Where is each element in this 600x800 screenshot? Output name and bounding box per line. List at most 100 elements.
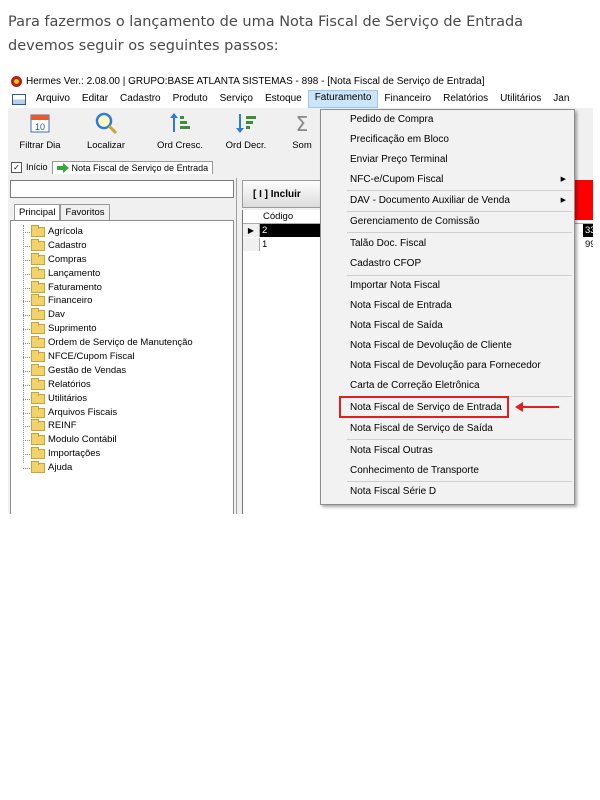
- localizar-button[interactable]: Localizar: [76, 110, 136, 151]
- menu-cadastro-cfop[interactable]: Cadastro CFOP: [321, 254, 574, 274]
- folder-icon: [31, 391, 45, 404]
- menu-nfce-label: NFC-e/Cupom Fiscal: [350, 174, 444, 185]
- tree-item-arquivos-fiscais[interactable]: Arquivos Fiscais: [11, 405, 233, 420]
- menu-conhecimento-transporte[interactable]: Conhecimento de Transporte: [321, 461, 574, 481]
- sort-ascending-icon: [170, 113, 190, 132]
- menu-editar[interactable]: Editar: [76, 91, 114, 107]
- ord-decr-button[interactable]: Ord Decr.: [216, 110, 276, 151]
- soma-label: Som: [292, 140, 312, 151]
- tree-item-nfce[interactable]: NFCE/Cupom Fiscal: [11, 349, 233, 364]
- tree-item-suprimento[interactable]: Suprimento: [11, 322, 233, 336]
- menu-faturamento[interactable]: Faturamento: [307, 90, 379, 108]
- tree-item-agricola[interactable]: Agrícola: [11, 224, 233, 239]
- menu-cadastro[interactable]: Cadastro: [114, 91, 167, 107]
- module-tree: Agrícola Cadastro Compras Lançamento Fat…: [10, 220, 234, 514]
- menu-estoque[interactable]: Estoque: [259, 91, 308, 107]
- tree-item-ajuda[interactable]: Ajuda: [11, 461, 233, 475]
- arrow-right-icon: [56, 162, 69, 173]
- menu-dav[interactable]: DAV - Documento Auxiliar de Venda ▶: [321, 191, 574, 211]
- tree-item-compras[interactable]: Compras: [11, 252, 233, 267]
- menu-dav-label: DAV - Documento Auxiliar de Venda: [350, 195, 510, 206]
- intro-paragraph: Para fazermos o lançamento de uma Nota F…: [8, 14, 524, 54]
- svg-text:10: 10: [35, 122, 45, 132]
- inicio-label[interactable]: Início: [26, 162, 48, 172]
- menu-utilitarios[interactable]: Utilitários: [494, 91, 547, 107]
- menu-importar-nota-fiscal[interactable]: Importar Nota Fiscal: [321, 276, 574, 296]
- tree-item-label: Utilitários: [48, 392, 88, 404]
- row-cpf: 33.: [583, 224, 593, 237]
- menu-carta-correcao[interactable]: Carta de Correção Eletrônica: [321, 376, 574, 396]
- row-pointer-icon: ▶: [243, 224, 260, 237]
- tab-nota-fiscal-servico-entrada[interactable]: Nota Fiscal de Serviço de Entrada: [51, 160, 214, 174]
- tree-item-label: NFCE/Cupom Fiscal: [48, 351, 135, 363]
- row-indicator: [243, 238, 260, 251]
- tree-item-label: Suprimento: [48, 323, 97, 335]
- calendar-icon: 10: [30, 114, 50, 133]
- tree-item-label: Compras: [48, 253, 87, 265]
- ord-cresc-button[interactable]: Ord Cresc.: [150, 110, 210, 151]
- menu-search-input[interactable]: [10, 180, 234, 198]
- tree-item-label: Arquivos Fiscais: [48, 406, 118, 418]
- folder-icon: [31, 363, 45, 376]
- tree-item-gestao-vendas[interactable]: Gestão de Vendas: [11, 363, 233, 378]
- menu-nfce-cupom-fiscal[interactable]: NFC-e/Cupom Fiscal ▶: [321, 170, 574, 190]
- menu-nota-fiscal-servico-saida[interactable]: Nota Fiscal de Serviço de Saída: [321, 419, 574, 439]
- folder-icon: [31, 308, 45, 321]
- tree-item-reinf[interactable]: REINF: [11, 419, 233, 433]
- tab-principal[interactable]: Principal: [14, 204, 61, 220]
- ord-cresc-label: Ord Cresc.: [157, 140, 203, 151]
- tree-item-modulo-contabil[interactable]: Modulo Contábil: [11, 433, 233, 447]
- tree-item-lancamento[interactable]: Lançamento: [11, 266, 233, 281]
- panel-tabs: Principal Favoritos: [14, 204, 110, 220]
- localizar-label: Localizar: [86, 140, 126, 151]
- tree-item-ordem-servico[interactable]: Ordem de Serviço de Manutenção: [11, 336, 233, 350]
- menu-precificacao-bloco[interactable]: Precificação em Bloco: [321, 130, 574, 150]
- tree-item-financeiro[interactable]: Financeiro: [11, 294, 233, 308]
- tree-item-faturamento[interactable]: Faturamento: [11, 280, 233, 295]
- sum-icon: Σ: [296, 112, 309, 135]
- pointer-arrow-icon: [515, 402, 559, 412]
- menu-bar: Arquivo Editar Cadastro Produto Serviço …: [8, 90, 593, 108]
- tree-item-label: Dav: [48, 309, 65, 321]
- tree-item-cadastro[interactable]: Cadastro: [11, 238, 233, 253]
- menu-gerenciamento-comissao[interactable]: Gerenciamento de Comissão: [321, 212, 574, 232]
- menu-nota-fiscal-serie-d[interactable]: Nota Fiscal Série D: [321, 482, 574, 502]
- soma-button[interactable]: Σ Som: [282, 110, 322, 151]
- magnifier-icon: [95, 112, 118, 135]
- menu-nota-fiscal-entrada[interactable]: Nota Fiscal de Entrada: [321, 296, 574, 316]
- tree-item-dav[interactable]: Dav: [11, 308, 233, 322]
- menu-nota-fiscal-saida[interactable]: Nota Fiscal de Saída: [321, 316, 574, 336]
- menu-nota-fiscal-devolucao-cliente[interactable]: Nota Fiscal de Devolução de Cliente: [321, 336, 574, 356]
- ord-decr-label: Ord Decr.: [225, 140, 267, 151]
- window-menu-icon[interactable]: [12, 93, 26, 105]
- tree-item-importacoes[interactable]: Importações: [11, 447, 233, 461]
- menu-pedido-compra[interactable]: Pedido de Compra: [321, 110, 574, 130]
- menu-servico[interactable]: Serviço: [214, 91, 259, 107]
- column-codigo[interactable]: Código: [263, 211, 293, 222]
- tree-item-label: Ajuda: [48, 462, 73, 474]
- menu-nota-fiscal-outras[interactable]: Nota Fiscal Outras: [321, 441, 574, 461]
- menu-talao-doc-fiscal[interactable]: Talão Doc. Fiscal: [321, 234, 574, 254]
- menu-nota-fiscal-devolucao-fornecedor[interactable]: Nota Fiscal de Devolução para Fornecedor: [321, 356, 574, 376]
- tree-item-label: Agrícola: [48, 226, 83, 237]
- menu-arquivo[interactable]: Arquivo: [30, 91, 76, 107]
- menu-janela[interactable]: Jan: [547, 91, 575, 107]
- tab-favoritos[interactable]: Favoritos: [60, 204, 110, 220]
- menu-relatorios[interactable]: Relatórios: [437, 91, 494, 107]
- row-code: 1: [262, 239, 268, 250]
- menu-financeiro[interactable]: Financeiro: [378, 91, 437, 107]
- menu-enviar-preco-terminal[interactable]: Enviar Preço Terminal: [321, 150, 574, 170]
- menu-separator: [347, 439, 572, 440]
- menu-produto[interactable]: Produto: [167, 91, 214, 107]
- tree-item-utilitarios[interactable]: Utilitários: [11, 391, 233, 406]
- folder-icon: [31, 238, 45, 251]
- tree-item-label: Ordem de Serviço de Manutenção: [48, 337, 193, 349]
- incluir-button[interactable]: [ I ] Incluir: [242, 180, 324, 208]
- filtrar-dia-button[interactable]: 10 Filtrar Dia: [10, 110, 70, 151]
- tree-item-relatorios[interactable]: Relatórios: [11, 377, 233, 392]
- folder-icon: [31, 349, 45, 362]
- folder-icon: [31, 336, 45, 349]
- title-bar: Hermes Ver.: 2.08.00 | GRUPO:BASE ATLANT…: [8, 72, 593, 90]
- tree-item-label: Cadastro: [48, 239, 87, 251]
- inicio-checkbox[interactable]: ✓: [11, 161, 22, 173]
